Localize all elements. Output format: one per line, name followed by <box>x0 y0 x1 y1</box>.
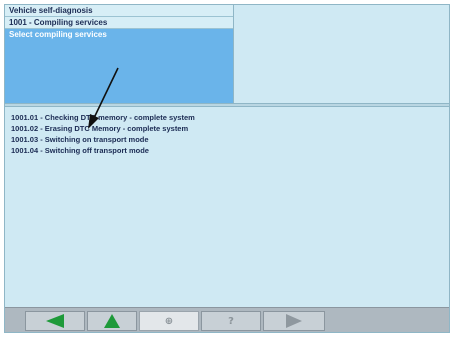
arrow-right-icon <box>286 314 302 328</box>
header-title: Vehicle self-diagnosis <box>5 5 233 17</box>
info-panel <box>234 5 449 103</box>
print-icon: ⊕ <box>164 315 174 327</box>
arrow-left-icon <box>46 314 64 328</box>
back-button[interactable] <box>25 311 85 331</box>
selection-panel[interactable]: Select compiling services <box>5 29 233 103</box>
bottom-toolbar: ⊕ ? <box>5 307 449 332</box>
print-button[interactable]: ⊕ <box>139 311 199 331</box>
header-panel: Vehicle self-diagnosis 1001 - Compiling … <box>5 5 234 103</box>
arrow-up-icon <box>104 314 120 328</box>
forward-button[interactable] <box>263 311 325 331</box>
service-list: 1001.01 - Checking DTC memory - complete… <box>5 107 449 305</box>
service-item-1001-04[interactable]: 1001.04 - Switching off transport mode <box>5 145 449 156</box>
header-subtitle: 1001 - Compiling services <box>5 17 233 29</box>
selected-title: Select compiling services <box>9 30 107 39</box>
help-button[interactable]: ? <box>201 311 261 331</box>
help-icon: ? <box>228 315 234 327</box>
service-item-1001-02[interactable]: 1001.02 - Erasing DTC Memory - complete … <box>5 123 449 134</box>
up-button[interactable] <box>87 311 137 331</box>
diagnosis-screen: Vehicle self-diagnosis 1001 - Compiling … <box>4 4 450 333</box>
service-item-1001-03[interactable]: 1001.03 - Switching on transport mode <box>5 134 449 145</box>
service-item-1001-01[interactable]: 1001.01 - Checking DTC memory - complete… <box>5 112 449 123</box>
